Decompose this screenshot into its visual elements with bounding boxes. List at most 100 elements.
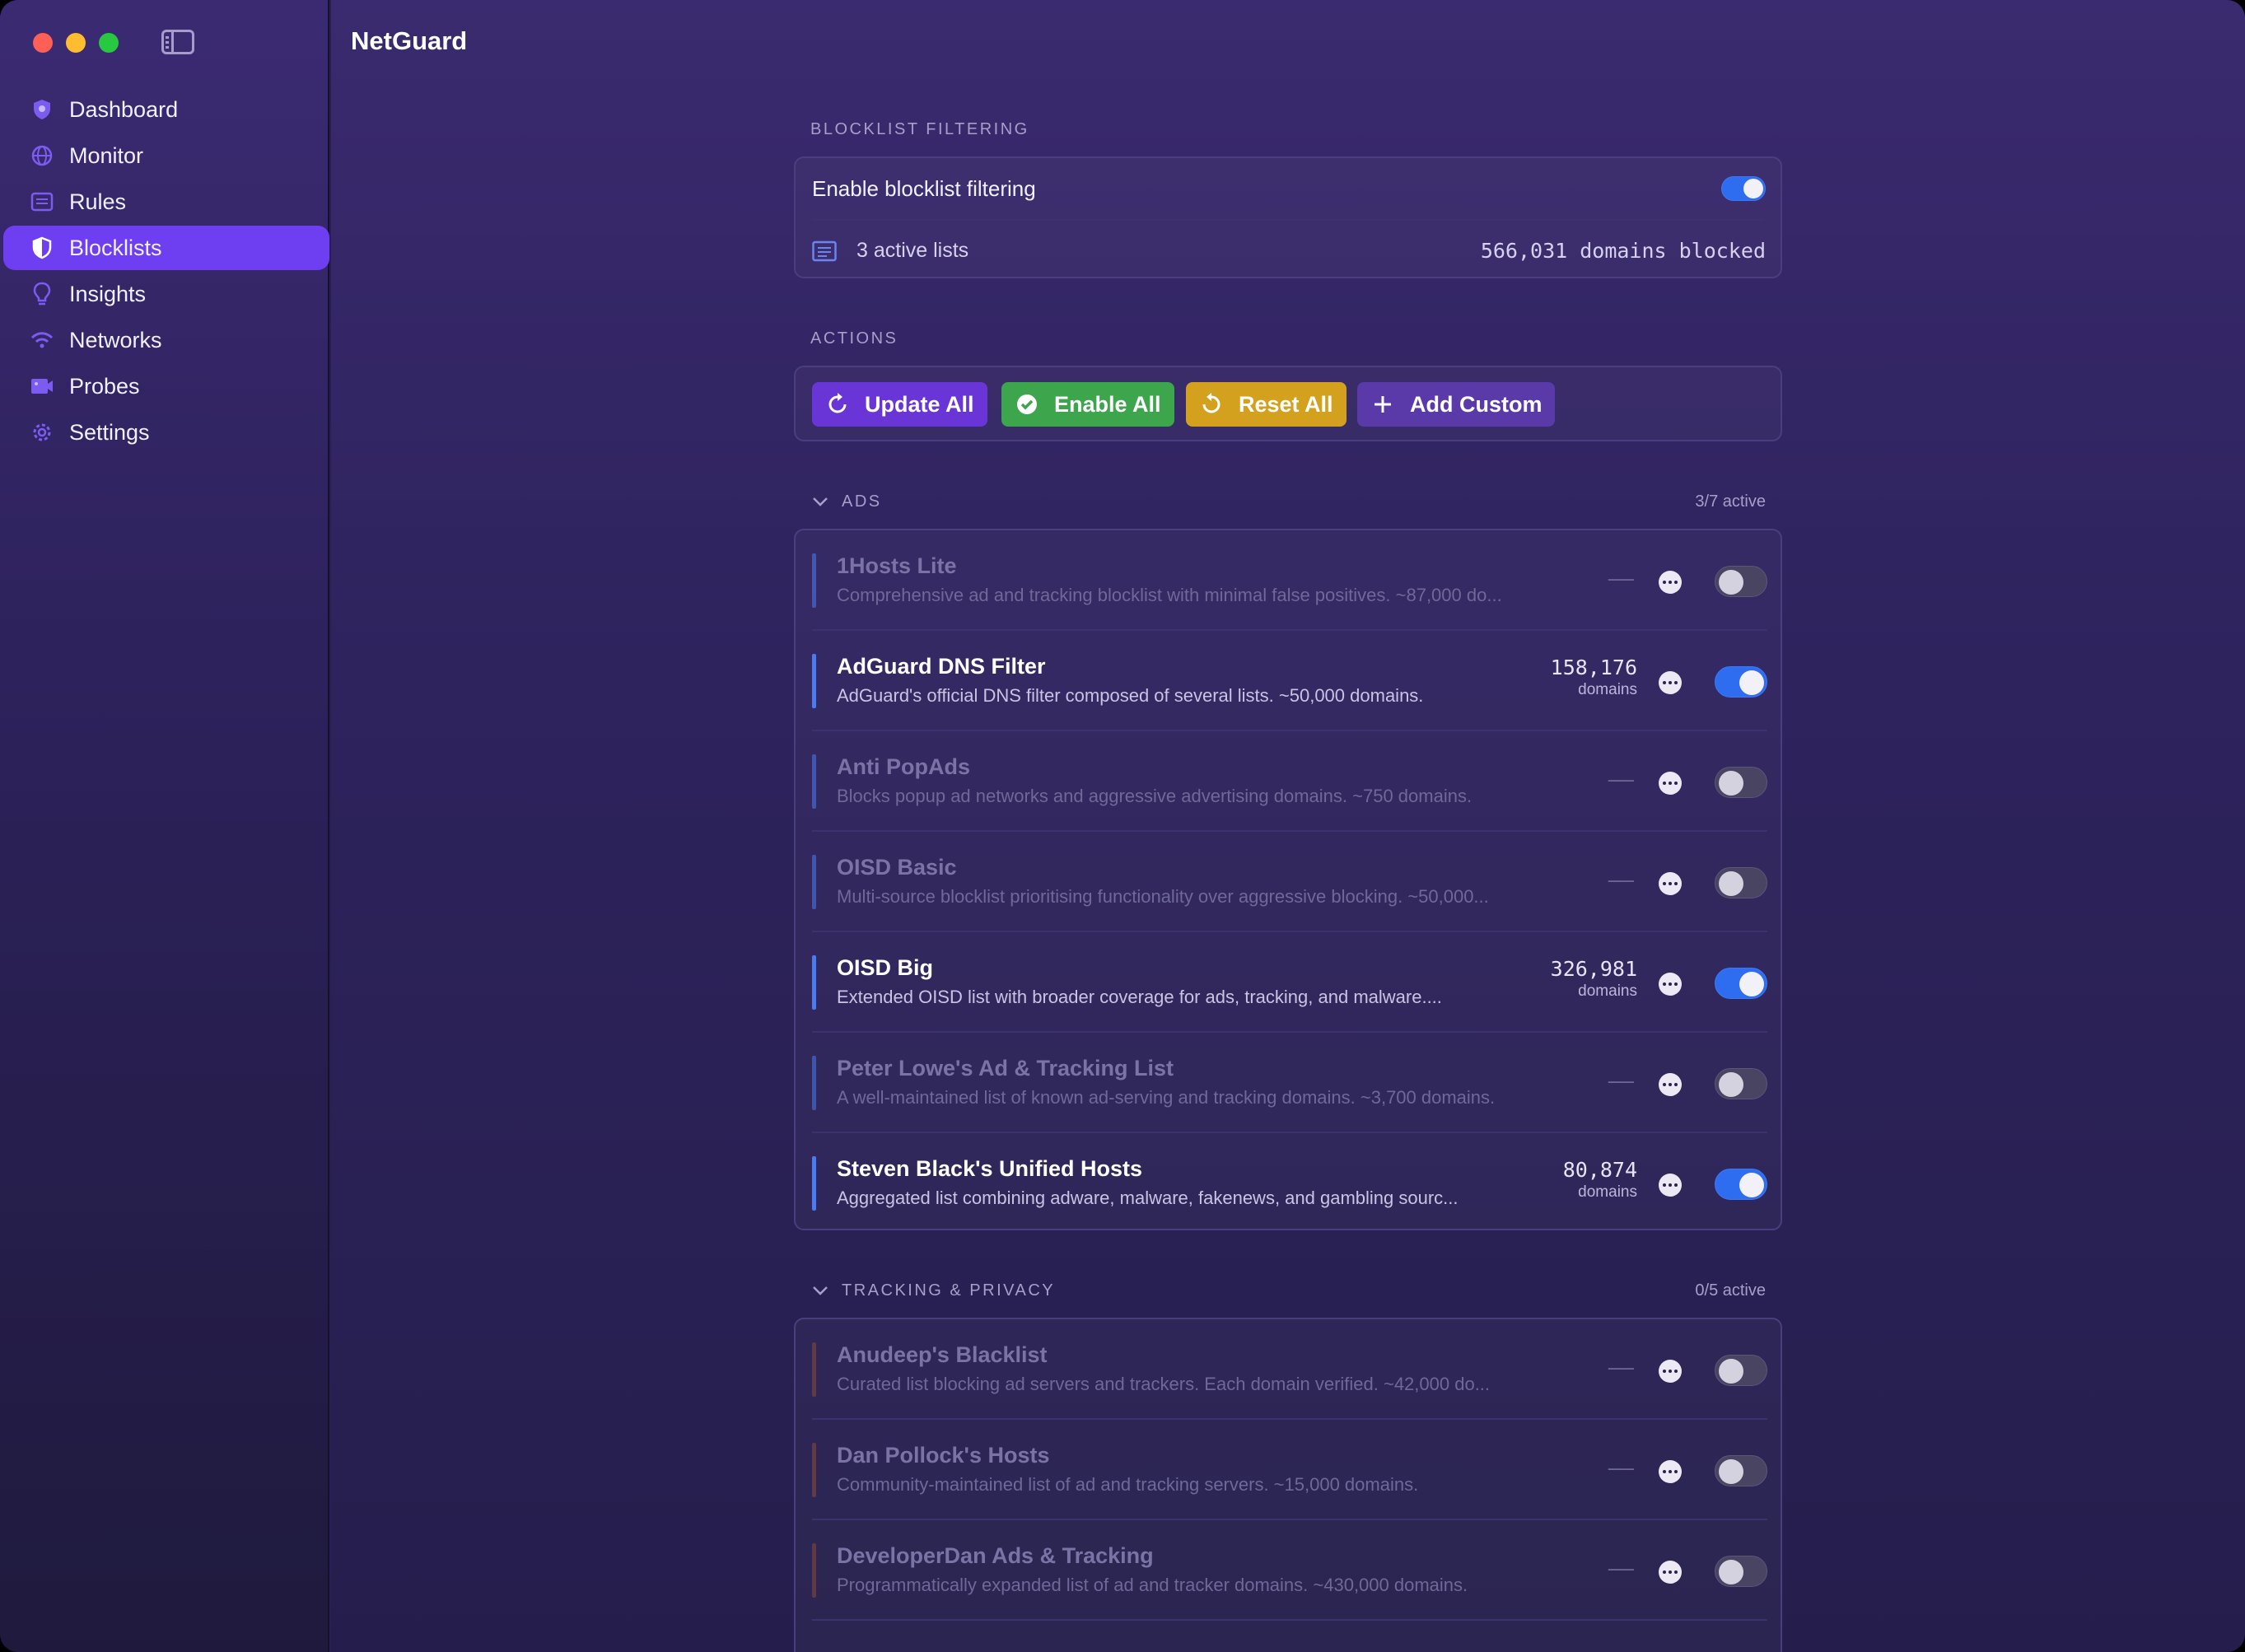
list-item[interactable]: DeveloperDan Ads & Tracking Programmatica… xyxy=(812,1520,1767,1621)
domain-count-placeholder: —— xyxy=(1608,1356,1634,1380)
ads-list-card: 1Hosts Lite Comprehensive ad and tracking… xyxy=(794,529,1782,1230)
domain-count-unit: domains xyxy=(1578,681,1637,698)
list-enable-toggle[interactable] xyxy=(1715,867,1767,898)
list-accent-bar xyxy=(812,553,816,608)
list-name: Steven Black's Unified Hosts xyxy=(837,1156,1143,1181)
section-label-actions: ACTIONS xyxy=(810,329,898,348)
domain-count-unit: domains xyxy=(1578,982,1637,1000)
list-enable-toggle[interactable] xyxy=(1715,1169,1767,1200)
list-item[interactable]: 1Hosts Lite Comprehensive ad and tracking… xyxy=(812,530,1767,631)
section-label-filtering: BLOCKLIST FILTERING xyxy=(810,120,1029,138)
list-item[interactable]: Anudeep's Blacklist Curated list blocking… xyxy=(812,1319,1767,1420)
list-summary-icon xyxy=(812,240,837,262)
list-enable-toggle[interactable] xyxy=(1715,1556,1767,1587)
zoom-window-button[interactable] xyxy=(99,33,119,53)
more-options-icon[interactable] xyxy=(1659,671,1682,694)
list-enable-toggle[interactable] xyxy=(1715,666,1767,698)
sidebar-item-settings[interactable]: Settings xyxy=(3,410,329,455)
list-accent-bar xyxy=(812,1443,816,1497)
reset-icon xyxy=(1197,390,1225,418)
refresh-icon xyxy=(824,390,852,418)
close-window-button[interactable] xyxy=(33,33,53,53)
sidebar-toggle-icon[interactable] xyxy=(161,30,194,54)
sidebar-item-insights[interactable]: Insights xyxy=(3,272,329,316)
list-enable-toggle[interactable] xyxy=(1715,968,1767,999)
list-accent-bar xyxy=(812,1156,816,1211)
more-options-icon[interactable] xyxy=(1659,872,1682,895)
list-item[interactable]: Peter Lowe's Ad & Tracking List A well-ma… xyxy=(812,1033,1767,1133)
enable-filtering-toggle[interactable] xyxy=(1721,176,1766,201)
list-item[interactable]: OISD Basic Multi-source blocklist priorit… xyxy=(812,832,1767,932)
more-options-icon[interactable] xyxy=(1659,571,1682,594)
list-enable-toggle[interactable] xyxy=(1715,1068,1767,1099)
more-options-icon[interactable] xyxy=(1659,1561,1682,1584)
more-options-icon[interactable] xyxy=(1659,1073,1682,1096)
sidebar-item-label: Probes xyxy=(69,373,140,399)
sidebar-item-monitor[interactable]: Monitor xyxy=(3,133,329,178)
group-header-tracking[interactable]: TRACKING & PRIVACY 0/5 active xyxy=(810,1278,1766,1303)
check-circle-icon xyxy=(1013,390,1041,418)
sidebar-item-networks[interactable]: Networks xyxy=(3,318,329,362)
active-lists-count: 3 active lists xyxy=(856,239,969,262)
add-custom-label: Add Custom xyxy=(1410,391,1543,417)
more-options-icon[interactable] xyxy=(1659,973,1682,996)
list-name: OISD Basic xyxy=(837,855,957,880)
enable-filtering-label: Enable blocklist filtering xyxy=(812,176,1036,201)
enable-all-button[interactable]: Enable All xyxy=(1001,382,1174,427)
list-item[interactable]: AdGuard DNS Filter AdGuard's official DNS… xyxy=(812,631,1767,731)
list-enable-toggle[interactable] xyxy=(1715,1355,1767,1386)
row-divider xyxy=(812,1619,1767,1621)
list-item[interactable]: OISD Big Extended OISD list with broader … xyxy=(812,932,1767,1033)
list-enable-toggle[interactable] xyxy=(1715,566,1767,597)
list-name: DeveloperDan Ads & Tracking xyxy=(837,1543,1154,1568)
sidebar: Dashboard Monitor Rules Blocklists Insig… xyxy=(0,0,329,1652)
domain-count-placeholder: —— xyxy=(1608,1456,1634,1481)
group-active-count: 0/5 active xyxy=(1695,1281,1766,1300)
list-enable-toggle[interactable] xyxy=(1715,767,1767,798)
list-name: Peter Lowe's Ad & Tracking List xyxy=(837,1056,1174,1080)
domain-count-placeholder: —— xyxy=(1608,1556,1634,1581)
list-item[interactable]: Anti PopAds Blocks popup ad networks and … xyxy=(812,731,1767,832)
list-item[interactable]: Dan Pollock's Hosts Community-maintained … xyxy=(812,1420,1767,1520)
list-name: AdGuard DNS Filter xyxy=(837,654,1046,679)
list-description: Programmatically expanded list of ad and… xyxy=(837,1575,1468,1595)
list-accent-bar xyxy=(812,1342,816,1397)
domain-count-value: 326,981 xyxy=(1550,957,1637,981)
domain-count-unit: domains xyxy=(1578,1183,1637,1201)
minimize-window-button[interactable] xyxy=(66,33,86,53)
list-accent-bar xyxy=(812,1056,816,1110)
list-accent-bar xyxy=(812,754,816,809)
window-controls xyxy=(33,33,119,53)
list-name: Anudeep's Blacklist xyxy=(837,1342,1048,1367)
add-custom-button[interactable]: Add Custom xyxy=(1357,382,1556,427)
list-name: Dan Pollock's Hosts xyxy=(837,1443,1050,1468)
filtering-card: Enable blocklist filtering 3 active list… xyxy=(794,156,1782,278)
globe-icon xyxy=(30,143,54,168)
sidebar-item-rules[interactable]: Rules xyxy=(3,180,329,224)
sidebar-item-label: Dashboard xyxy=(69,96,179,122)
list-item[interactable]: Steven Black's Unified Hosts Aggregated l… xyxy=(812,1133,1767,1234)
group-header-ads[interactable]: ADS 3/7 active xyxy=(810,489,1766,514)
domain-count-placeholder: —— xyxy=(1608,768,1634,792)
list-accent-bar xyxy=(812,855,816,909)
domain-count-value: 80,874 xyxy=(1562,1158,1637,1182)
more-options-icon[interactable] xyxy=(1659,1174,1682,1197)
sidebar-item-label: Blocklists xyxy=(69,235,162,260)
list-enable-toggle[interactable] xyxy=(1715,1455,1767,1486)
group-active-count: 3/7 active xyxy=(1695,492,1766,511)
sidebar-item-label: Monitor xyxy=(69,142,144,168)
sidebar-item-label: Settings xyxy=(69,419,150,445)
reset-all-button[interactable]: Reset All xyxy=(1186,382,1347,427)
more-options-icon[interactable] xyxy=(1659,1360,1682,1383)
enable-all-label: Enable All xyxy=(1054,391,1161,417)
list-description: AdGuard's official DNS filter composed o… xyxy=(837,685,1424,706)
list-accent-bar xyxy=(812,654,816,708)
domain-count: 326,981 domains xyxy=(1551,957,1637,1001)
sidebar-item-blocklists[interactable]: Blocklists xyxy=(3,226,329,270)
more-options-icon[interactable] xyxy=(1659,772,1682,795)
sidebar-item-dashboard[interactable]: Dashboard xyxy=(3,87,329,132)
sidebar-item-probes[interactable]: Probes xyxy=(3,364,329,408)
domain-count-placeholder: —— xyxy=(1608,868,1634,893)
update-all-button[interactable]: Update All xyxy=(812,382,987,427)
more-options-icon[interactable] xyxy=(1659,1460,1682,1483)
